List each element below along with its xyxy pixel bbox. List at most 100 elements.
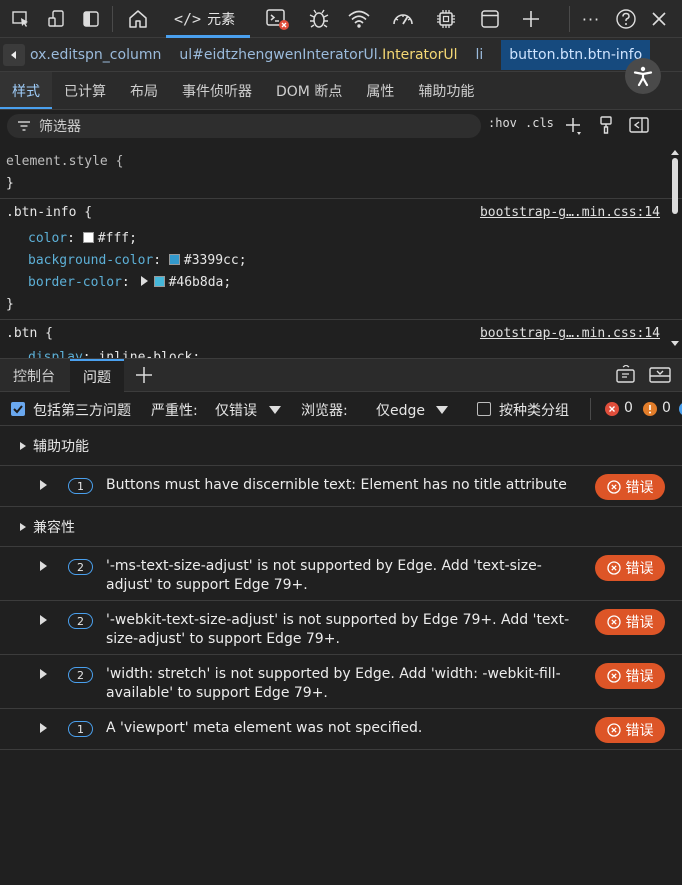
help-icon[interactable] (611, 4, 641, 34)
breadcrumb-item[interactable]: ox.editspn_column (30, 47, 161, 63)
style-rule-btn-info[interactable]: .btn-info {bootstrap-g….min.css:14 color… (0, 199, 682, 320)
issue-category-accessibility[interactable]: 辅助功能 (0, 426, 682, 466)
color-swatch[interactable] (82, 232, 94, 243)
tab-layout[interactable]: 布局 (118, 72, 170, 109)
severity-badge: 错误 (595, 663, 665, 689)
issue-count-badge: 2 (68, 667, 93, 683)
issue-title: Buttons must have discernible text: Elem… (106, 477, 567, 493)
hov-toggle[interactable]: :hov (488, 116, 517, 130)
style-source-link[interactable]: bootstrap-g….min.css:14 (480, 323, 660, 345)
browser-select[interactable]: 仅edge (376, 400, 425, 420)
severity-label: 错误 (625, 669, 654, 685)
issue-row[interactable]: 2 'width: stretch' is not supported by E… (0, 655, 682, 709)
expand-triangle-icon (20, 522, 26, 531)
css-property-value[interactable]: #3399cc (184, 253, 239, 268)
tab-accessibility[interactable]: 辅助功能 (406, 72, 486, 109)
css-property-name[interactable]: display (6, 350, 83, 358)
cls-toggle[interactable]: .cls (525, 116, 554, 130)
severity-badge: 错误 (595, 717, 665, 743)
expand-triangle-icon (40, 480, 47, 490)
error-count[interactable]: 0 (624, 400, 633, 416)
style-source-link[interactable]: bootstrap-g….min.css:14 (480, 202, 660, 224)
move-to-top-icon[interactable] (614, 365, 638, 385)
info-count-icon (679, 403, 682, 415)
color-swatch[interactable] (168, 254, 180, 265)
style-rule-btn[interactable]: .btn {bootstrap-g….min.css:14 display: i… (0, 320, 682, 358)
application-window-icon[interactable] (475, 4, 505, 34)
styles-filter-bar: 筛选器 :hov .cls (0, 110, 682, 142)
more-tools-plus-icon[interactable] (516, 4, 546, 34)
dropdown-arrow-icon[interactable] (268, 405, 282, 415)
issue-title: '-ms-text-size-adjust' is not supported … (106, 558, 542, 593)
issue-row[interactable]: 2 '-webkit-text-size-adjust' is not supp… (0, 601, 682, 655)
drawer-tab-console[interactable]: 控制台 (0, 359, 68, 392)
sources-bug-icon[interactable] (304, 4, 334, 34)
css-property-name[interactable]: background-color (6, 253, 153, 268)
dock-side-icon[interactable] (76, 4, 106, 34)
warning-count[interactable]: 0 (662, 400, 671, 416)
filter-input[interactable]: 筛选器 (7, 114, 481, 138)
checkmark-icon (13, 405, 23, 414)
css-property-value[interactable]: inline-block (98, 350, 192, 358)
color-swatch[interactable] (153, 276, 165, 287)
toggle-sidebar-icon[interactable] (628, 116, 650, 134)
css-property-name[interactable]: color (6, 231, 67, 246)
expand-triangle-icon[interactable] (138, 275, 150, 287)
drawer-tab-issues[interactable]: 问题 (70, 359, 124, 392)
issue-row[interactable]: 1 A 'viewport' meta element was not spec… (0, 709, 682, 750)
dropdown-arrow-icon[interactable] (435, 405, 449, 415)
memory-chip-icon[interactable] (431, 4, 461, 34)
expand-triangle-icon (40, 723, 47, 733)
close-drawer-icon[interactable] (648, 365, 672, 385)
style-close-brace: } (6, 297, 14, 312)
tab-computed[interactable]: 已计算 (52, 72, 118, 109)
inspect-icon[interactable] (6, 4, 36, 34)
third-party-checkbox[interactable] (11, 402, 25, 416)
network-wifi-icon[interactable] (344, 4, 374, 34)
css-property-value[interactable]: #46b8da (169, 275, 224, 290)
breadcrumb-item[interactable]: li (475, 47, 483, 63)
close-icon[interactable] (644, 4, 674, 34)
accessibility-floating-button[interactable] (625, 58, 661, 94)
devtools-toolbar: </> 元素 ··· (0, 0, 682, 38)
console-error-icon[interactable] (262, 4, 292, 34)
issue-count-badge: 1 (68, 721, 93, 737)
accessibility-person-icon (633, 66, 653, 87)
issue-category-compatibility[interactable]: 兼容性 (0, 507, 682, 547)
css-property-value[interactable]: #fff (98, 231, 129, 246)
breadcrumb: ox.editspn_column ul#eidtzhengwenInterat… (0, 38, 682, 72)
tab-styles[interactable]: 样式 (0, 72, 52, 109)
add-drawer-tab-icon[interactable] (134, 365, 154, 385)
css-property-name[interactable]: border-color (6, 275, 122, 290)
browser-label: 浏览器: (301, 403, 348, 419)
group-by-kind-label: 按种类分组 (499, 403, 569, 419)
tab-properties[interactable]: 属性 (354, 72, 406, 109)
performance-gauge-icon[interactable] (388, 4, 418, 34)
device-emulation-icon[interactable] (42, 4, 72, 34)
tab-event-listeners[interactable]: 事件侦听器 (170, 72, 264, 109)
issue-row[interactable]: 2 '-ms-text-size-adjust' is not supporte… (0, 547, 682, 601)
issue-row[interactable]: 1 Buttons must have discernible text: El… (0, 466, 682, 507)
breadcrumb-item[interactable]: ul#eidtzhengwenInteratorUl.InteratorUl (179, 47, 457, 63)
severity-badge: 错误 (595, 609, 665, 635)
welcome-home-icon[interactable] (123, 4, 153, 34)
paint-brush-icon[interactable] (598, 115, 614, 135)
error-count-icon (605, 402, 619, 416)
expand-triangle-icon (20, 441, 26, 450)
styles-scrollbar[interactable] (668, 148, 682, 358)
new-style-rule-icon[interactable] (562, 116, 584, 136)
issue-title: '-webkit-text-size-adjust' is not suppor… (106, 612, 570, 647)
more-options-icon[interactable]: ··· (576, 4, 606, 34)
breadcrumb-scroll-left-button[interactable] (3, 44, 25, 66)
error-circle-icon (606, 615, 621, 629)
group-by-kind-checkbox[interactable] (477, 402, 491, 416)
issue-count-badge: 2 (68, 559, 93, 575)
tab-dom-breakpoints[interactable]: DOM 断点 (264, 72, 354, 109)
category-label: 辅助功能 (33, 438, 89, 455)
issue-title: 'width: stretch' is not supported by Edg… (106, 666, 561, 701)
elements-icon: </> (174, 10, 202, 28)
error-circle-icon (606, 723, 621, 737)
style-rule-element[interactable]: element.style { } (0, 148, 682, 199)
severity-select[interactable]: 仅错误 (215, 400, 257, 420)
tab-elements[interactable]: </> 元素 (166, 0, 250, 38)
